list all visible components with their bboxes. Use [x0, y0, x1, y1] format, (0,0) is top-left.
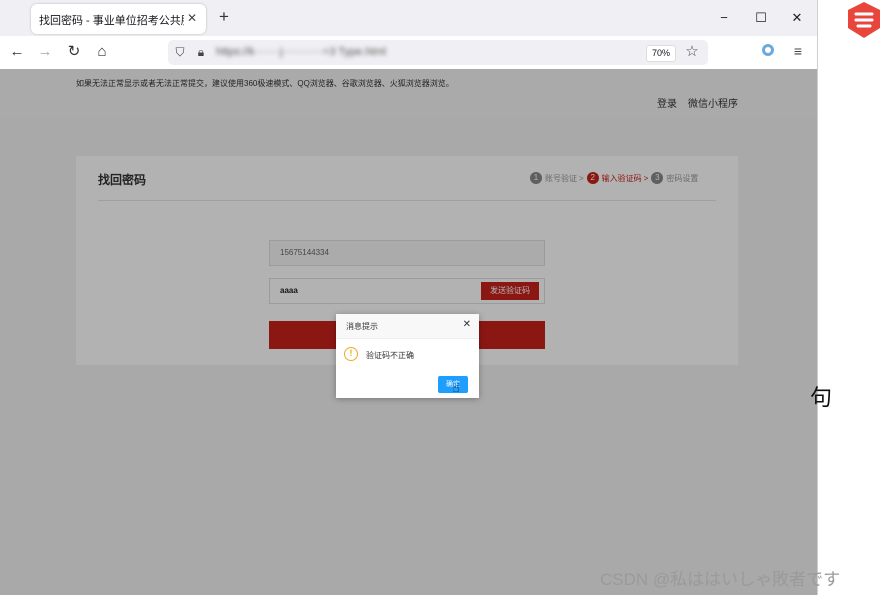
dialog-close-icon[interactable]: ✕ — [463, 319, 471, 330]
cropped-glyph: 句 — [810, 385, 833, 410]
url-text[interactable]: https://k·······j···········=3 Type.html — [216, 46, 386, 58]
tab-close-icon[interactable]: ✕ — [184, 10, 200, 26]
menu-icon[interactable]: ≡ — [788, 42, 808, 60]
dialog-title: 消息提示 — [346, 322, 378, 331]
browser-tab[interactable]: 找回密码 - 事业单位招考公共服务平 ✕ — [31, 4, 206, 34]
back-icon[interactable]: ← — [6, 42, 28, 62]
close-window-button[interactable]: ✕ — [782, 8, 812, 28]
tab-bar: 找回密码 - 事业单位招考公共服务平 ✕ + − ☐ ✕ — [0, 0, 817, 36]
dialog-message: 验证码不正确 — [366, 351, 414, 360]
reload-icon[interactable]: ↻ — [63, 42, 85, 62]
home-icon[interactable]: ⌂ — [91, 42, 113, 62]
dialog-header: 消息提示 ✕ — [336, 314, 479, 339]
maximize-button[interactable]: ☐ — [746, 8, 776, 28]
minimize-button[interactable]: − — [709, 8, 739, 28]
lock-icon[interactable]: 🔒︎ — [192, 43, 210, 61]
nav-toolbar: ← → ↻ ⌂ ⛉ 🔒︎ https://k·······j··········… — [0, 36, 817, 70]
csdn-logo-icon — [848, 2, 880, 38]
message-dialog: 消息提示 ✕ ! 验证码不正确 确定 ☝ — [336, 314, 479, 398]
web-page: 如果无法正常显示或者无法正常提交，建议使用360极速模式、QQ浏览器、谷歌浏览器… — [0, 69, 817, 595]
watermark: CSDN @私ははいしゃ敗者です — [600, 570, 841, 589]
address-bar[interactable]: ⛉ 🔒︎ https://k·······j···········=3 Type… — [168, 40, 708, 65]
shield-icon[interactable]: ⛉ — [171, 43, 189, 61]
warning-icon: ! — [344, 347, 358, 361]
extension-icon[interactable] — [762, 44, 774, 56]
tab-title: 找回密码 - 事业单位招考公共服务平 — [39, 15, 184, 27]
new-tab-button[interactable]: + — [214, 8, 234, 28]
zoom-level[interactable]: 70% — [646, 45, 676, 62]
browser-window: 找回密码 - 事业单位招考公共服务平 ✕ + − ☐ ✕ ← → ↻ ⌂ ⛉ 🔒… — [0, 0, 818, 595]
forward-icon[interactable]: → — [34, 42, 56, 62]
star-icon[interactable]: ☆ — [682, 42, 702, 62]
hand-cursor-icon: ☝ — [452, 380, 460, 395]
